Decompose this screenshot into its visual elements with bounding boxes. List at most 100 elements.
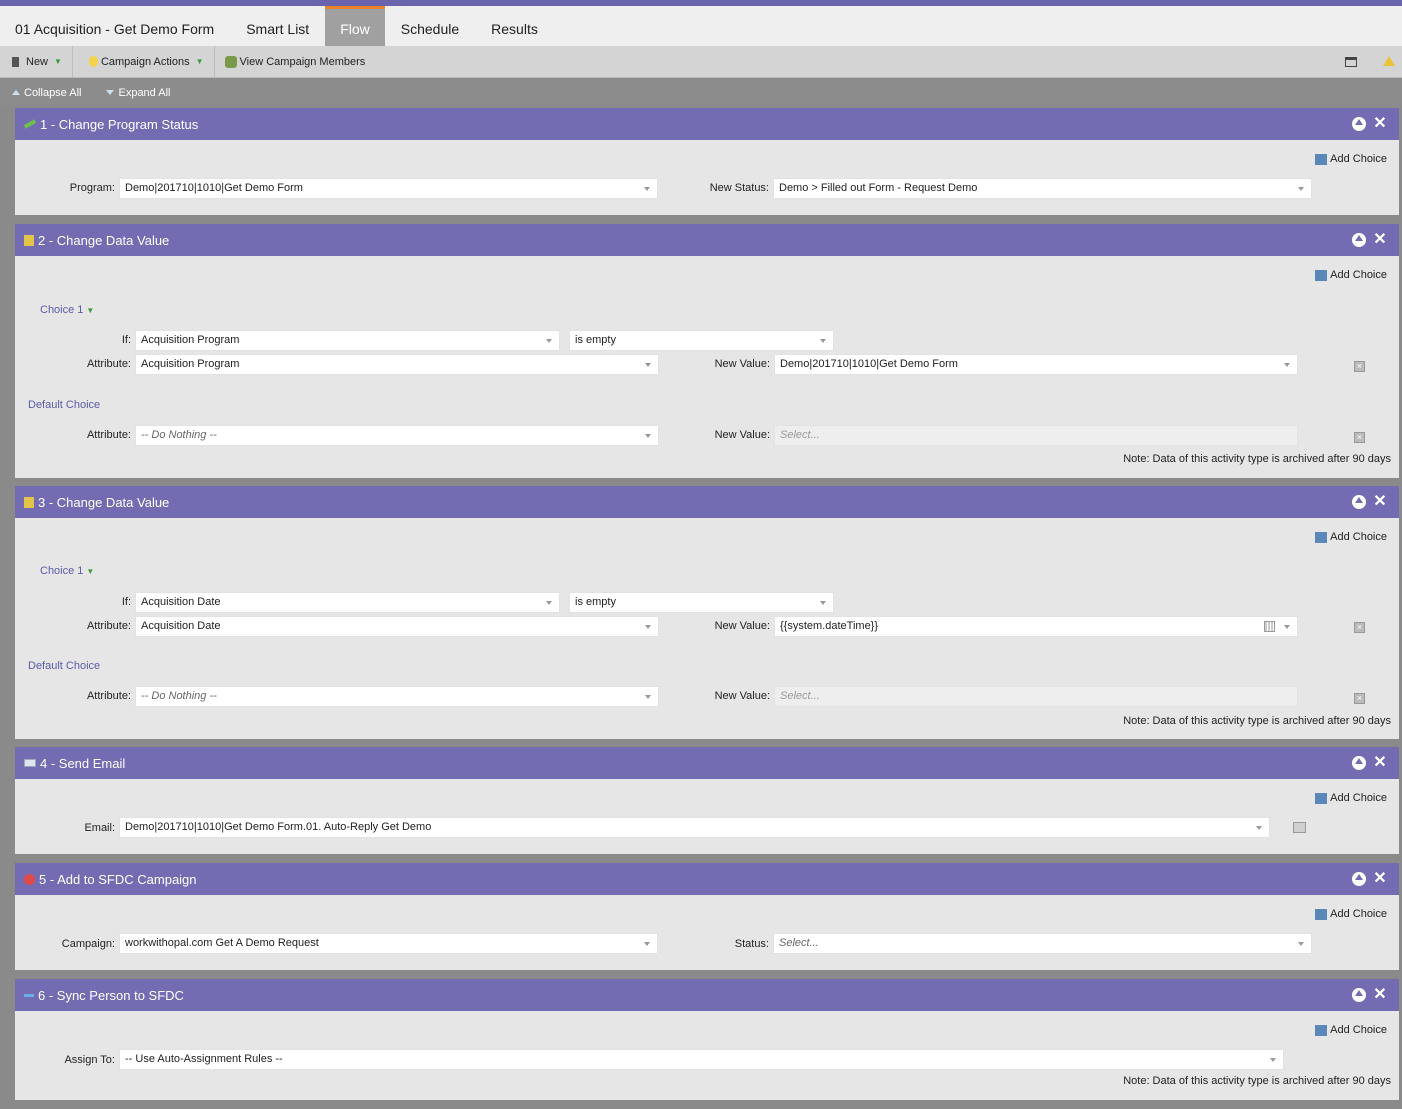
campaign-actions-button[interactable]: Campaign Actions ▼ bbox=[73, 45, 215, 78]
step-header[interactable]: 5 - Add to SFDC Campaign ✕ bbox=[15, 863, 1399, 895]
move-up-icon[interactable] bbox=[1352, 988, 1366, 1002]
close-icon[interactable]: ✕ bbox=[1373, 987, 1387, 1003]
move-up-icon[interactable] bbox=[1352, 495, 1366, 509]
if-label: If: bbox=[121, 334, 131, 346]
delete-choice-icon[interactable]: × bbox=[1354, 432, 1365, 443]
chevron-down-icon bbox=[546, 339, 552, 343]
add-choice-label: Add Choice bbox=[1330, 269, 1387, 281]
chevron-down-icon: ▼ bbox=[54, 57, 62, 66]
toolbar: New ▼ Campaign Actions ▼ View Campaign M… bbox=[0, 45, 1402, 78]
if-attribute-select[interactable]: Acquisition Date bbox=[135, 592, 560, 613]
chevron-down-icon bbox=[546, 601, 552, 605]
add-choice-icon bbox=[1315, 908, 1328, 920]
if-operator-select[interactable]: is empty bbox=[569, 592, 834, 613]
default-attribute-select[interactable]: -- Do Nothing -- bbox=[135, 425, 659, 446]
email-select[interactable]: Demo|201710|1010|Get Demo Form.01. Auto-… bbox=[119, 817, 1270, 838]
attribute-select[interactable]: Acquisition Program bbox=[135, 354, 659, 375]
close-icon[interactable]: ✕ bbox=[1373, 232, 1387, 248]
new-status-select[interactable]: Demo > Filled out Form - Request Demo bbox=[773, 178, 1312, 199]
add-choice-button[interactable]: Add Choice bbox=[1315, 531, 1387, 543]
lightbulb-icon bbox=[88, 56, 98, 67]
default-new-value-placeholder: Select... bbox=[780, 690, 820, 702]
flow-step-change-data-value: 2 - Change Data Value ✕ Add Choice Choic… bbox=[15, 224, 1399, 478]
people-icon bbox=[224, 55, 237, 68]
add-choice-button[interactable]: Add Choice bbox=[1315, 153, 1387, 165]
chevron-down-icon: ▼ bbox=[86, 306, 95, 315]
flow-step-sync-person-to-sfdc: 6 - Sync Person to SFDC ✕ Add Choice Ass… bbox=[15, 979, 1399, 1100]
add-choice-label: Add Choice bbox=[1330, 153, 1387, 165]
if-operator-value: is empty bbox=[575, 334, 616, 346]
campaign-select[interactable]: workwithopal.com Get A Demo Request bbox=[119, 933, 658, 954]
step-header[interactable]: 1 - Change Program Status ✕ bbox=[15, 108, 1399, 140]
default-new-value-input[interactable]: Select... bbox=[774, 686, 1298, 707]
status-label: Status: bbox=[734, 938, 769, 950]
flow-step-change-data-value: 3 - Change Data Value ✕ Add Choice Choic… bbox=[15, 486, 1399, 739]
step-title: 3 - Change Data Value bbox=[38, 494, 170, 510]
move-up-icon[interactable] bbox=[1352, 233, 1366, 247]
choice-1-menu[interactable]: Choice 1 ▼ bbox=[40, 565, 94, 577]
step-title: 2 - Change Data Value bbox=[38, 232, 170, 248]
move-up-icon[interactable] bbox=[1352, 117, 1366, 131]
view-campaign-members-button[interactable]: View Campaign Members bbox=[215, 46, 376, 78]
attribute-value: Acquisition Date bbox=[141, 620, 221, 632]
calendar-icon[interactable] bbox=[1264, 621, 1275, 632]
add-choice-label: Add Choice bbox=[1330, 531, 1387, 543]
window-icon[interactable] bbox=[1345, 57, 1357, 67]
program-label: Program: bbox=[69, 182, 115, 194]
add-choice-button[interactable]: Add Choice bbox=[1315, 908, 1387, 920]
data-value-icon bbox=[24, 234, 34, 246]
delete-choice-icon[interactable]: × bbox=[1354, 693, 1365, 704]
email-label: Email: bbox=[84, 822, 115, 834]
move-up-icon[interactable] bbox=[1352, 872, 1366, 886]
step-header[interactable]: 4 - Send Email ✕ bbox=[15, 747, 1399, 779]
new-menu-button[interactable]: New ▼ bbox=[0, 45, 73, 78]
add-choice-button[interactable]: Add Choice bbox=[1315, 269, 1387, 281]
attribute-select[interactable]: Acquisition Date bbox=[135, 616, 659, 637]
tab-smart-list[interactable]: Smart List bbox=[230, 6, 325, 46]
close-icon[interactable]: ✕ bbox=[1373, 116, 1387, 132]
chevron-down-icon bbox=[1270, 1058, 1276, 1062]
chevron-down-icon bbox=[1298, 187, 1304, 191]
tab-schedule[interactable]: Schedule bbox=[385, 6, 475, 46]
program-select[interactable]: Demo|201710|1010|Get Demo Form bbox=[119, 178, 658, 199]
chevron-down-icon bbox=[644, 187, 650, 191]
move-up-icon[interactable] bbox=[1352, 756, 1366, 770]
chevron-down-icon bbox=[820, 339, 826, 343]
step-header[interactable]: 6 - Sync Person to SFDC ✕ bbox=[15, 979, 1399, 1011]
expand-all-label: Expand All bbox=[118, 86, 171, 99]
close-icon[interactable]: ✕ bbox=[1373, 755, 1387, 771]
delete-choice-icon[interactable]: × bbox=[1354, 622, 1365, 633]
add-choice-button[interactable]: Add Choice bbox=[1315, 792, 1387, 804]
add-choice-button[interactable]: Add Choice bbox=[1315, 1024, 1387, 1036]
close-icon[interactable]: ✕ bbox=[1373, 494, 1387, 510]
if-attribute-select[interactable]: Acquisition Program bbox=[135, 330, 560, 351]
chevron-down-icon bbox=[1298, 942, 1304, 946]
default-new-value-input[interactable]: Select... bbox=[774, 425, 1298, 446]
warning-icon[interactable] bbox=[1383, 56, 1395, 66]
default-attribute-select[interactable]: -- Do Nothing -- bbox=[135, 686, 659, 707]
collapse-all-button[interactable]: Collapse All bbox=[12, 87, 81, 99]
new-value-select[interactable]: Demo|201710|1010|Get Demo Form bbox=[774, 354, 1298, 375]
delete-choice-icon[interactable]: × bbox=[1354, 361, 1365, 372]
tab-campaign-name[interactable]: 01 Acquisition - Get Demo Form bbox=[0, 6, 230, 46]
status-select[interactable]: Select... bbox=[773, 933, 1312, 954]
assign-to-select[interactable]: -- Use Auto-Assignment Rules -- bbox=[119, 1049, 1284, 1070]
expand-all-button[interactable]: Expand All bbox=[106, 87, 170, 99]
close-icon[interactable]: ✕ bbox=[1373, 871, 1387, 887]
choice-1-menu[interactable]: Choice 1 ▼ bbox=[40, 304, 94, 316]
default-attribute-value: -- Do Nothing -- bbox=[141, 429, 217, 441]
preview-icon[interactable] bbox=[1293, 822, 1306, 833]
collapse-all-label: Collapse All bbox=[24, 86, 82, 99]
new-value-select[interactable]: {{system.dateTime}} bbox=[774, 616, 1298, 637]
step-header[interactable]: 2 - Change Data Value ✕ bbox=[15, 224, 1399, 256]
tab-flow[interactable]: Flow bbox=[325, 6, 385, 46]
collapse-icon bbox=[12, 90, 20, 95]
if-operator-select[interactable]: is empty bbox=[569, 330, 834, 351]
new-value-label: New Value: bbox=[714, 358, 770, 370]
chevron-down-icon bbox=[645, 434, 651, 438]
email-value: Demo|201710|1010|Get Demo Form.01. Auto-… bbox=[125, 821, 432, 833]
step-title: 6 - Sync Person to SFDC bbox=[38, 987, 184, 1003]
sync-icon bbox=[24, 993, 34, 997]
step-header[interactable]: 3 - Change Data Value ✕ bbox=[15, 486, 1399, 518]
tab-results[interactable]: Results bbox=[475, 6, 553, 46]
